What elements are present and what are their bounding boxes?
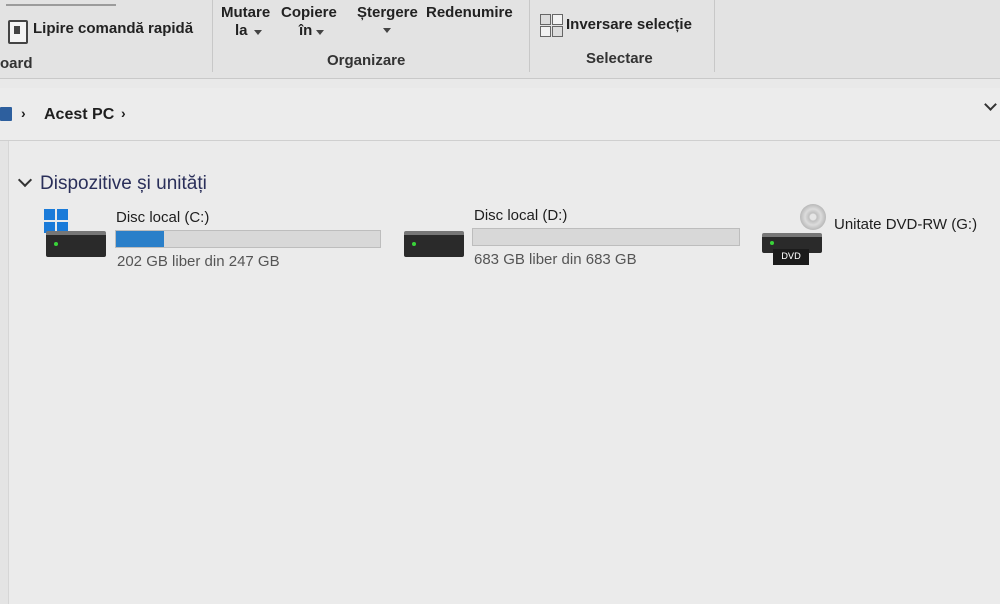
delete-label: Ștergere xyxy=(357,4,418,21)
ribbon: Lipire comandă rapidă oard Mutare la Cop… xyxy=(0,0,1000,79)
this-pc-icon xyxy=(0,107,12,121)
invert-selection-icon xyxy=(540,14,563,37)
select-group: Inversare selecție Selectare xyxy=(530,0,714,78)
chevron-down-icon xyxy=(383,28,391,33)
breadcrumb-chevron-icon[interactable]: › xyxy=(121,105,126,121)
rename-button[interactable]: Redenumire xyxy=(426,4,513,21)
windows-logo-icon xyxy=(44,209,68,233)
address-history-dropdown-icon[interactable] xyxy=(984,98,997,111)
hard-drive-icon xyxy=(404,231,464,257)
drive-item-d[interactable]: Disc local (D:) 683 GB liber din 683 GB xyxy=(400,207,750,277)
file-view: Dispozitive și unități Disc local (C:) 2… xyxy=(0,141,1000,604)
paste-shortcut-button[interactable]: Lipire comandă rapidă xyxy=(33,20,193,37)
section-header[interactable]: Dispozitive și unități xyxy=(17,172,207,195)
clipboard-group: Lipire comandă rapidă oard xyxy=(0,0,212,78)
copy-to-label: Copiere xyxy=(281,4,337,21)
paste-shortcut-icon xyxy=(8,20,28,44)
ribbon-separator xyxy=(714,0,715,72)
drive-free-space: 202 GB liber din 247 GB xyxy=(117,253,280,270)
breadcrumb-separator-icon[interactable]: › xyxy=(21,105,26,121)
disc-icon xyxy=(800,204,826,230)
address-bar[interactable]: › Acest PC › xyxy=(0,88,1000,141)
chevron-down-icon xyxy=(254,30,262,35)
drive-item-c[interactable]: Disc local (C:) 202 GB liber din 247 GB xyxy=(40,207,390,277)
drive-item-g[interactable]: DVD Unitate DVD-RW (G:) xyxy=(760,203,998,273)
breadcrumb-this-pc[interactable]: Acest PC xyxy=(44,106,114,124)
drive-usage-bar xyxy=(472,228,740,246)
drive-usage-bar xyxy=(115,230,381,248)
drive-name: Disc local (C:) xyxy=(116,209,210,226)
drive-free-space: 683 GB liber din 683 GB xyxy=(474,251,637,268)
section-title: Dispozitive și unități xyxy=(40,173,207,194)
collapse-chevron-icon[interactable] xyxy=(17,172,33,188)
move-to-label: Mutare xyxy=(221,4,271,21)
organize-group-label: Organizare xyxy=(327,52,406,69)
clipboard-group-label: oard xyxy=(0,55,33,72)
hard-drive-icon xyxy=(46,231,106,257)
select-group-label: Selectare xyxy=(586,50,653,67)
invert-selection-button[interactable]: Inversare selecție xyxy=(566,16,692,33)
navigation-pane-edge xyxy=(0,141,9,604)
drive-usage-fill xyxy=(116,231,164,247)
move-to-label-2: la xyxy=(235,22,248,39)
organize-group: Mutare la Copiere în Ștergere Redenumire… xyxy=(213,0,529,78)
drive-name: Disc local (D:) xyxy=(474,207,568,224)
chevron-down-icon xyxy=(316,30,324,35)
copy-to-label-2: în xyxy=(299,22,313,39)
dvd-badge: DVD xyxy=(773,249,809,265)
drive-name: Unitate DVD-RW (G:) xyxy=(834,216,978,233)
